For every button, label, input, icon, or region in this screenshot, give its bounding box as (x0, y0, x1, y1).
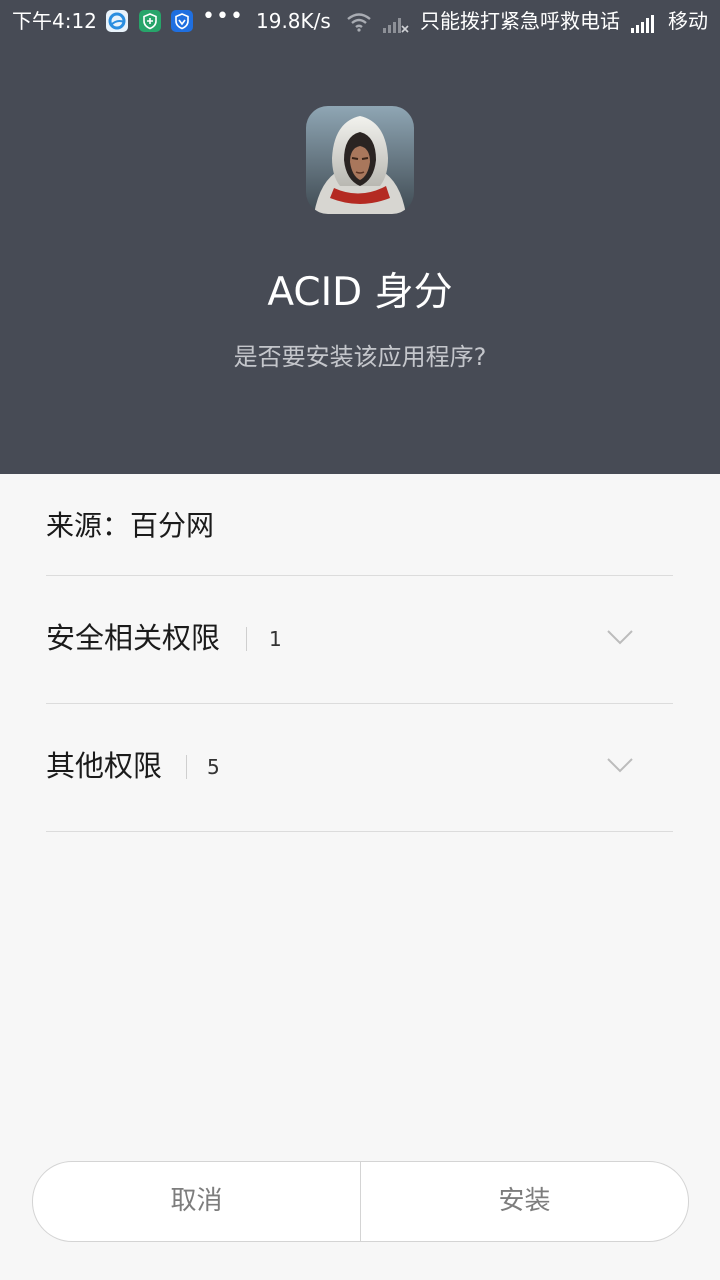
browser-icon (106, 10, 128, 32)
security-icon (171, 10, 193, 32)
install-prompt: 是否要安装该应用程序? (233, 343, 487, 371)
permission-label: 其他权限 (46, 749, 163, 783)
network-speed: 19.8K/s (256, 9, 331, 33)
install-button[interactable]: 安装 (361, 1162, 688, 1241)
app-icon (306, 106, 414, 214)
divider (46, 575, 673, 576)
carrier-name: 移动 (668, 9, 708, 33)
permission-label: 安全相关权限 (46, 621, 221, 655)
shield-icon (139, 10, 161, 32)
action-buttons: 取消 安装 (32, 1161, 689, 1242)
permission-separator (246, 627, 247, 651)
cancel-button[interactable]: 取消 (33, 1162, 360, 1241)
signal-weak-icon (383, 14, 409, 38)
wifi-icon (346, 12, 372, 37)
permission-count: 5 (207, 755, 220, 779)
install-header: 下午4:12 ••• 19.8K/s 只能拨打紧急呼救电话 移动 ACID 身分… (0, 0, 720, 474)
permission-separator (186, 755, 187, 779)
status-time: 下午4:12 (12, 9, 97, 33)
divider (46, 703, 673, 704)
chevron-down-icon[interactable] (606, 756, 634, 778)
divider (46, 831, 673, 832)
permission-row-security[interactable]: 安全相关权限 1 (46, 600, 673, 680)
permission-row-other[interactable]: 其他权限 5 (46, 728, 673, 808)
source-label: 来源：百分网 (46, 509, 215, 542)
status-bar: 下午4:12 ••• 19.8K/s 只能拨打紧急呼救电话 移动 (0, 4, 720, 38)
app-name: ACID 身分 (267, 270, 453, 315)
more-notifications-icon: ••• (202, 4, 244, 29)
permission-count: 1 (269, 627, 282, 651)
signal-icon (631, 14, 657, 38)
chevron-down-icon[interactable] (606, 628, 634, 650)
emergency-calls-only: 只能拨打紧急呼救电话 (420, 9, 620, 33)
